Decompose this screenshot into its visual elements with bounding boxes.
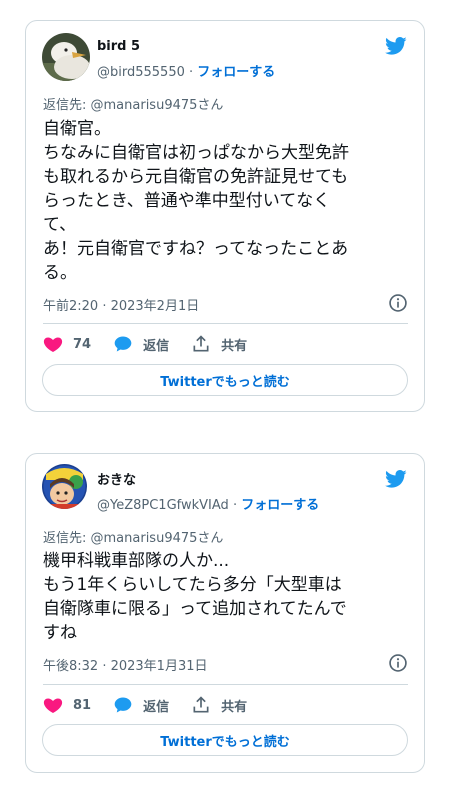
follow-link[interactable]: フォローする xyxy=(241,498,319,513)
display-name[interactable]: おきな xyxy=(97,469,136,488)
tweet-card: おきな @YeZ8PC1GfwkVIAd · フォローする 返信先: @mana… xyxy=(25,453,425,773)
separator-dot: · xyxy=(189,65,194,80)
tweet-text: 機甲科戦車部隊の人か... もう1年くらいしてたら多分「大型車は 自衛隊車に限る… xyxy=(43,551,347,643)
heart-icon xyxy=(43,698,63,713)
like-count: 81 xyxy=(73,697,92,713)
info-icon[interactable] xyxy=(388,293,408,313)
follow-link[interactable]: フォローする xyxy=(197,65,275,80)
reply-to[interactable]: 返信先: @manarisu9475さん xyxy=(43,527,223,546)
info-icon[interactable] xyxy=(388,653,408,673)
user-handle[interactable]: @bird555550 xyxy=(97,65,185,80)
reply-button[interactable]: 返信 xyxy=(113,695,169,715)
twitter-bird-icon[interactable] xyxy=(383,35,409,57)
reply-label: 返信 xyxy=(143,338,170,354)
speech-bubble-icon xyxy=(114,697,132,713)
share-button[interactable]: 共有 xyxy=(191,695,247,715)
like-button[interactable]: 81 xyxy=(43,695,91,715)
speech-bubble-icon xyxy=(114,336,132,352)
timestamp[interactable]: 午後8:32 · 2023年1月31日 xyxy=(43,655,208,674)
share-button[interactable]: 共有 xyxy=(191,334,247,354)
handle-line: @bird555550 · フォローする xyxy=(97,61,275,80)
divider xyxy=(43,323,408,324)
action-bar: 74 返信 共有 xyxy=(43,332,269,356)
divider xyxy=(43,684,408,685)
avatar[interactable] xyxy=(42,33,90,81)
user-handle[interactable]: @YeZ8PC1GfwkVIAd xyxy=(97,498,229,513)
like-button[interactable]: 74 xyxy=(43,334,91,354)
reply-label: 返信 xyxy=(143,699,170,715)
action-bar: 81 返信 共有 xyxy=(43,693,269,717)
reply-button[interactable]: 返信 xyxy=(113,334,169,354)
handle-line: @YeZ8PC1GfwkVIAd · フォローする xyxy=(97,494,319,513)
avatar[interactable] xyxy=(42,464,87,509)
timestamp[interactable]: 午前2:20 · 2023年2月1日 xyxy=(43,295,199,314)
read-more-button[interactable]: Twitterでもっと読む xyxy=(42,364,408,396)
share-label: 共有 xyxy=(221,699,248,715)
tweet-text: 自衛官。 ちなみに自衛官は初っぱなから大型免許 も取れるから元自衛官の免許証見せ… xyxy=(43,119,349,283)
share-label: 共有 xyxy=(221,338,248,354)
twitter-bird-icon[interactable] xyxy=(383,468,409,490)
display-name[interactable]: bird 5 xyxy=(97,39,140,54)
reply-to[interactable]: 返信先: @manarisu9475さん xyxy=(43,94,223,113)
read-more-button[interactable]: Twitterでもっと読む xyxy=(42,724,408,756)
tweet-card: bird 5 @bird555550 · フォローする 返信先: @manari… xyxy=(25,20,425,412)
share-icon xyxy=(193,335,209,352)
like-count: 74 xyxy=(73,336,92,352)
duck-avatar-image xyxy=(42,33,90,81)
heart-icon xyxy=(43,337,63,352)
share-icon xyxy=(193,696,209,713)
cartoon-avatar-image xyxy=(42,464,87,509)
separator-dot: · xyxy=(232,498,238,513)
